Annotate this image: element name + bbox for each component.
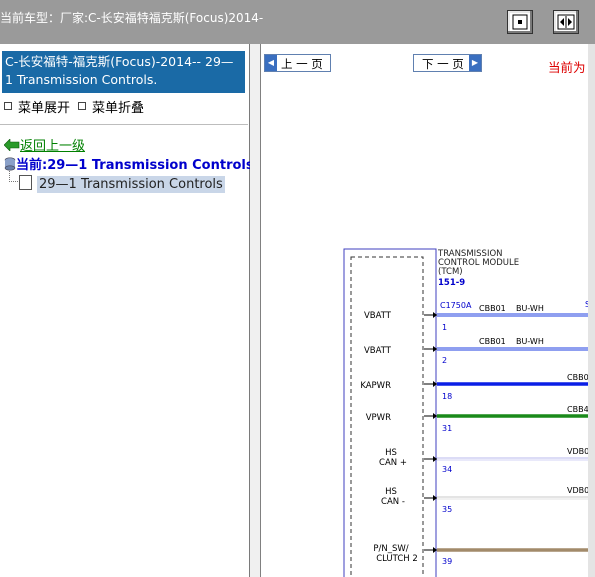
sidebar: C-长安福特-福克斯(Focus)-2014-- 29— 1 Transmiss… [0, 44, 254, 577]
sidebar-heading: C-长安福特-福克斯(Focus)-2014-- 29— 1 Transmiss… [2, 51, 245, 93]
current-node[interactable]: 当前:29—1 Transmission Controls [4, 154, 254, 173]
pin-number: 34 [442, 465, 452, 474]
back-link[interactable]: 返回上一级 [3, 135, 86, 154]
window-button-restore[interactable] [507, 10, 533, 34]
square-icon [4, 102, 12, 110]
splitter[interactable] [250, 44, 260, 577]
pin-number: 31 [442, 424, 452, 433]
pin-name: HS [385, 448, 397, 458]
pin-name: CAN + [379, 458, 407, 468]
top-bar: 当前车型：厂家:C-长安福特福克斯(Focus)2014- [0, 0, 595, 44]
pin-name: CAN - [381, 497, 405, 507]
dot-frame-icon [512, 14, 528, 30]
connector-ref: C1750A [440, 301, 472, 310]
pin-number: 1 [442, 323, 447, 332]
pin-name: VPWR [366, 413, 391, 423]
module-name-line3: (TCM) [438, 267, 463, 277]
back-link-label: 返回上一级 [20, 139, 86, 154]
wire-color-label: BU-WH [516, 304, 544, 313]
circuit-label: CBB01 [479, 304, 506, 313]
expand-menu-label: 菜单展开 [18, 101, 71, 116]
database-icon [4, 157, 16, 171]
vertical-scrollbar[interactable] [588, 44, 595, 577]
pin-name: VBATT [364, 346, 392, 356]
vehicle-label: 当前车型：厂家:C-长安福特福克斯(Focus)2014- [0, 11, 264, 25]
current-node-label: 当前:29—1 Transmission Controls [16, 158, 254, 173]
wiring-diagram: TRANSMISSION CONTROL MODULE (TCM) 151-9 … [343, 248, 595, 577]
module-code: 151-9 [438, 278, 465, 288]
circuit-label: CBB01 [479, 337, 506, 346]
pin-number: 39 [442, 557, 452, 566]
sidebar-heading-line2: 1 Transmission Controls. [5, 72, 158, 87]
pin-name: P/N_SW/ [373, 544, 408, 554]
collapse-menu-button[interactable]: 菜单折叠 [78, 97, 144, 116]
sidebar-heading-line1: C-长安福特-福克斯(Focus)-2014-- 29— [5, 54, 234, 69]
split-arrows-icon [557, 14, 575, 30]
document-icon [19, 175, 32, 190]
pin-number: 35 [442, 505, 452, 514]
pin-number: 18 [442, 392, 452, 401]
sidebar-divider [0, 124, 248, 125]
pin-name: VBATT [364, 311, 392, 321]
pin-number: 2 [442, 356, 447, 365]
pin-name: HS [385, 487, 397, 497]
pin-name: KAPWR [360, 381, 391, 391]
square-icon [78, 102, 86, 110]
content-pane: ◀ 上 一 页 下 一 页 ▶ 当前为 TRANSMISSION CONTROL… [260, 44, 595, 577]
tree-leaf-label: 29—1 Transmission Controls [37, 176, 225, 193]
wire-color-label: BU-WH [516, 337, 544, 346]
window-button-split[interactable] [553, 10, 579, 34]
tree-leaf-item[interactable]: 29—1 Transmission Controls [19, 173, 225, 193]
arrow-left-icon [3, 138, 20, 152]
expand-menu-button[interactable]: 菜单展开 [4, 97, 70, 116]
collapse-menu-label: 菜单折叠 [92, 101, 145, 116]
pin-name: CLUTCH 2 [376, 554, 418, 564]
